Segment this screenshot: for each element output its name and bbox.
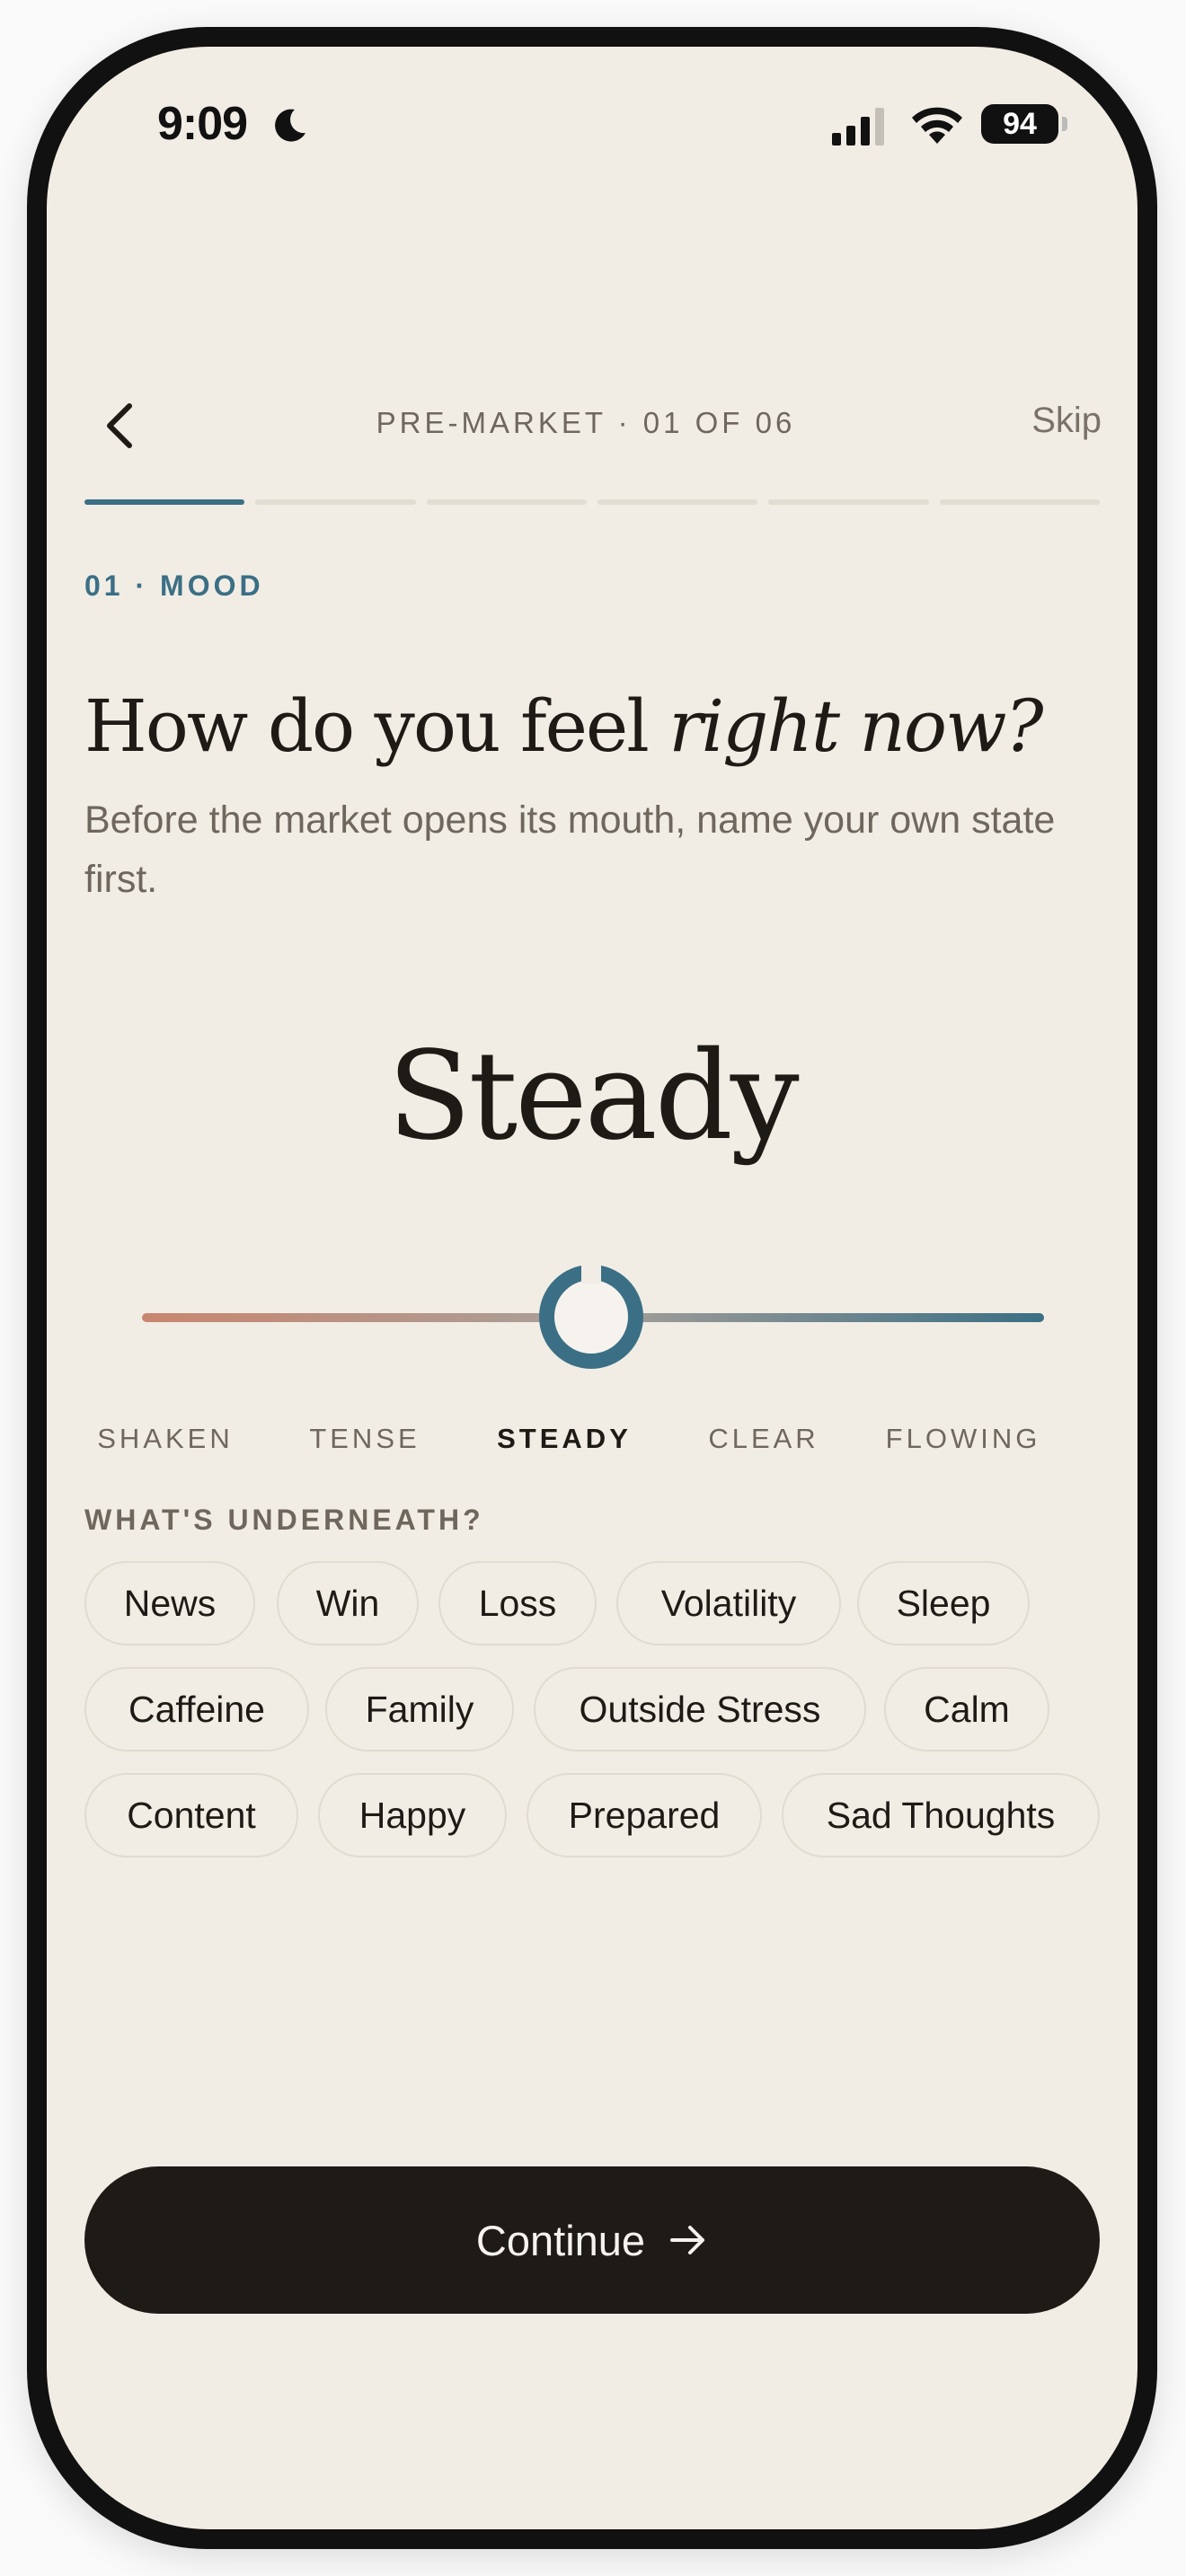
arrow-right-icon [670,2226,705,2254]
question-title-italic: right now? [668,684,1043,768]
moon-icon [275,109,305,142]
progress-segment [84,499,245,505]
question-subtitle: Before the market opens its mouth, name … [84,798,1056,901]
back-button[interactable] [95,399,146,453]
chip-caffeine[interactable]: Caffeine [84,1667,309,1751]
mood-scale-labels: SHAKEN TENSE STEADY CLEAR FLOWING [97,1423,1084,1468]
chip-news[interactable]: News [84,1561,255,1645]
cellular-signal-icon [832,108,884,146]
chip-sleep[interactable]: Sleep [857,1561,1030,1645]
chip-outside-stress[interactable]: Outside Stress [534,1667,866,1751]
battery-tip [1062,117,1067,131]
step-indicator: PRE-MARKET · 01 OF 06 [376,406,796,439]
slider-thumb-notch [581,1262,601,1284]
progress-segment [597,499,758,505]
chip-family[interactable]: Family [325,1667,514,1751]
mood-scale-tense[interactable]: TENSE [309,1423,420,1455]
mood-scale-flowing[interactable]: FLOWING [886,1423,1041,1455]
chip-win[interactable]: Win [277,1561,419,1645]
question-title-plain: How do you feel [84,684,669,768]
continue-button[interactable]: Continue [84,2166,1100,2314]
mood-scale-shaken[interactable]: SHAKEN [97,1423,233,1455]
progress-segment [939,499,1100,505]
chip-sad-thoughts[interactable]: Sad Thoughts [782,1773,1100,1857]
status-time: 9:09 [157,98,248,150]
mood-slider-thumb[interactable] [539,1262,643,1369]
underneath-label: WHAT'S UNDERNEATH? [84,1504,484,1536]
continue-label: Continue [475,2216,646,2264]
chip-calm[interactable]: Calm [884,1667,1049,1751]
mood-scale-clear[interactable]: CLEAR [708,1423,819,1455]
chip-prepared[interactable]: Prepared [527,1773,762,1857]
chip-volatility[interactable]: Volatility [616,1561,841,1645]
phone-frame: 9:09 94 PRE-MARKET · 01 OF 06 Skip 01 · … [27,27,1157,2549]
chip-content[interactable]: Content [84,1773,298,1857]
progress-bar [84,499,1100,505]
chip-happy[interactable]: Happy [318,1773,507,1857]
chip-loss[interactable]: Loss [438,1561,597,1645]
mood-scale-steady[interactable]: STEADY [497,1423,632,1455]
mood-value: Steady [387,1026,799,1168]
app-screen: 9:09 94 PRE-MARKET · 01 OF 06 Skip 01 · … [47,47,1137,2529]
chevron-left-icon [107,403,132,448]
battery-icon: 94 [981,104,1058,144]
wifi-icon [912,107,962,144]
progress-segment [255,499,416,505]
skip-button[interactable]: Skip [1031,401,1102,441]
section-label: 01 · MOOD [84,569,264,602]
question-title: How do you feel right now? [84,684,1043,768]
progress-segment [768,499,929,505]
progress-segment [426,499,587,505]
